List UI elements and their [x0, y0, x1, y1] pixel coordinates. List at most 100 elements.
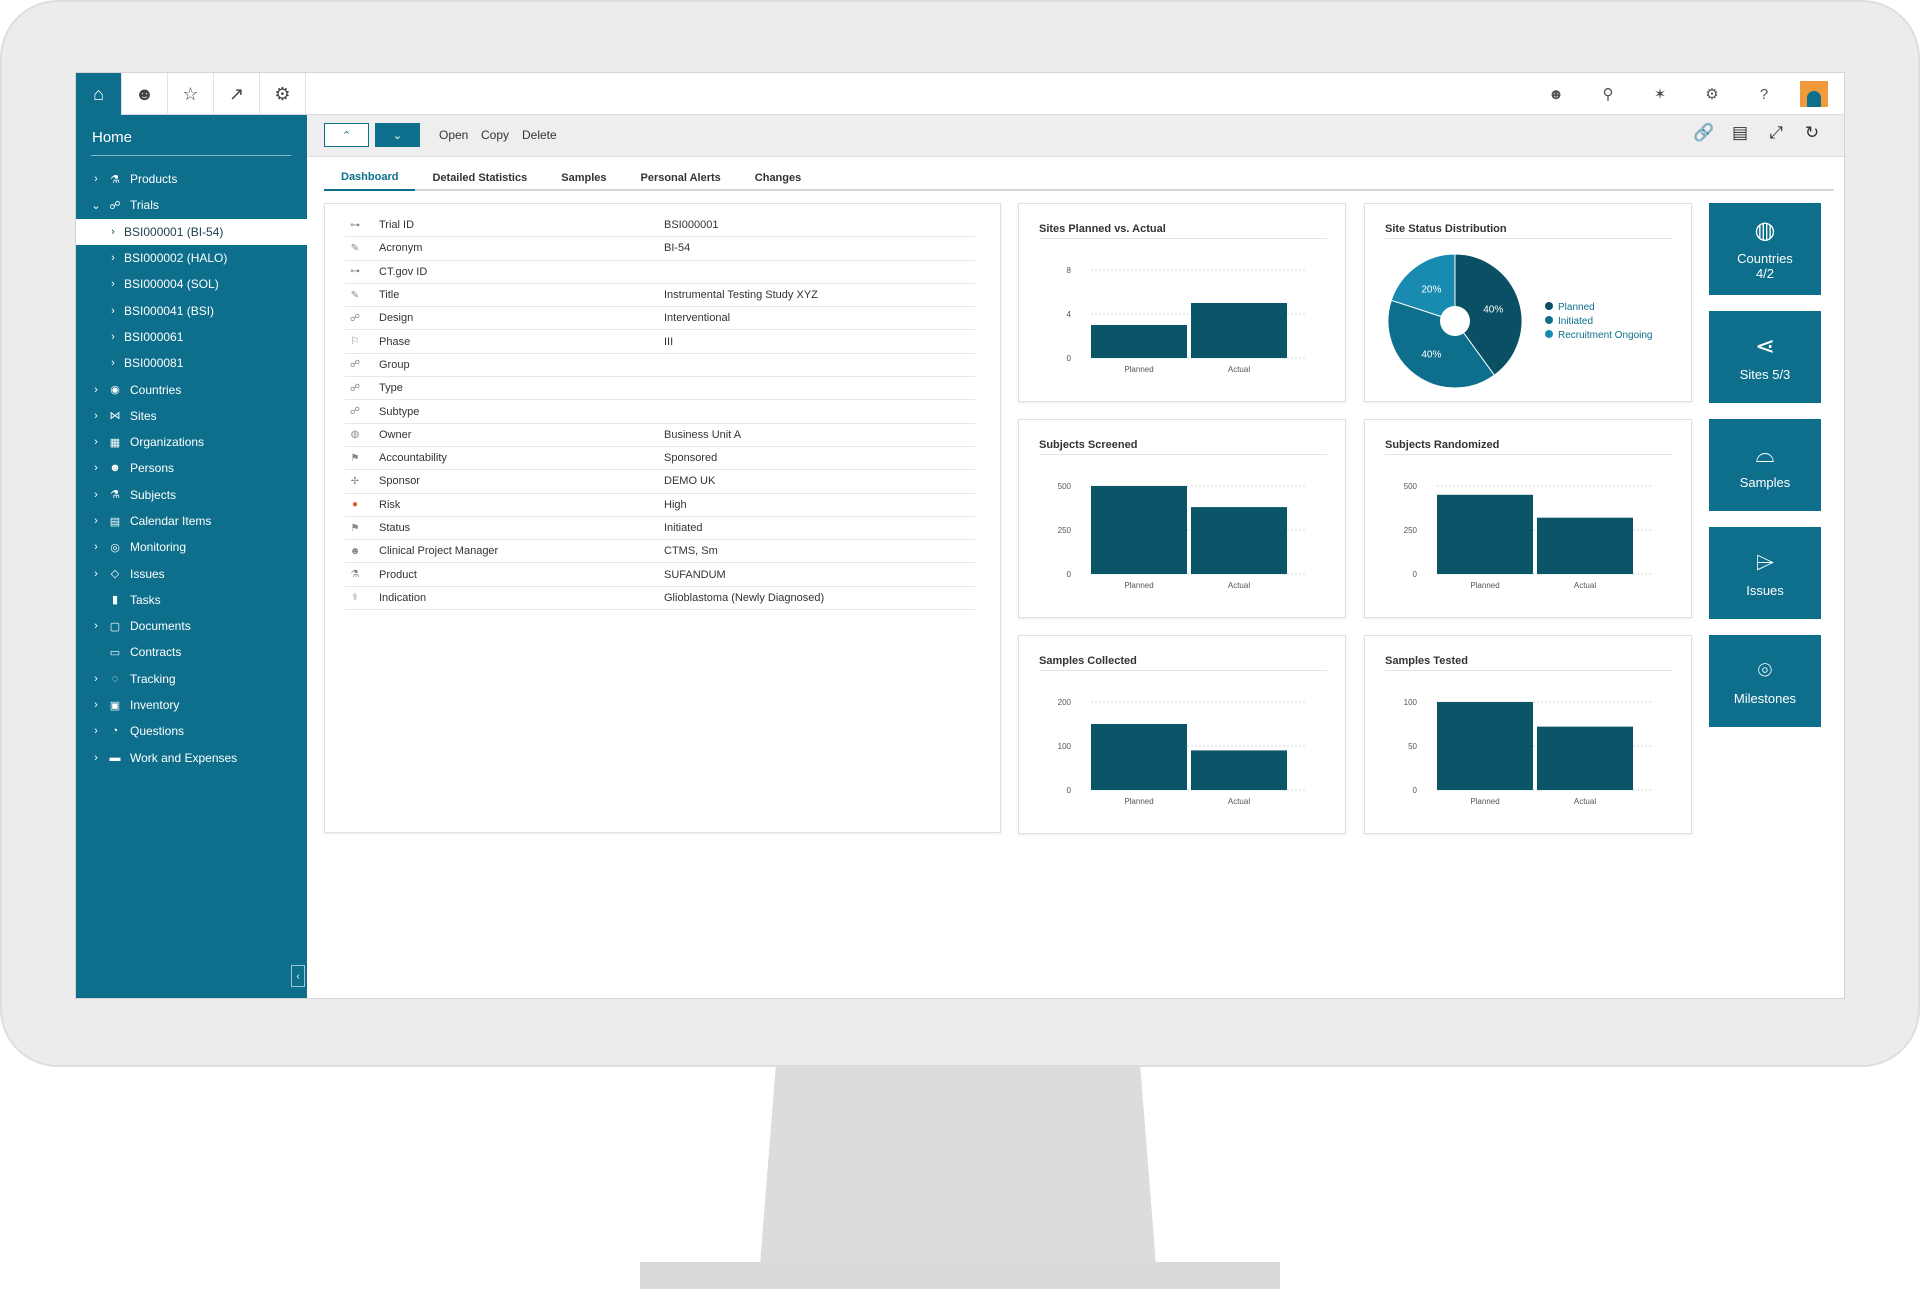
gear-icon[interactable]: ⚙ — [1686, 85, 1738, 103]
home-nav-button[interactable]: ⌂ — [76, 73, 122, 115]
sidebar-item-label: Countries — [130, 382, 182, 397]
refresh-icon[interactable]: ↻ — [1794, 123, 1830, 143]
samples-tested-chart: 0 50 100 Planned Actual — [1404, 698, 1653, 806]
sidebar-home-title[interactable]: Home — [92, 129, 132, 146]
sidebar-item-questions[interactable]: › ◔ Questions — [76, 718, 307, 744]
field-value[interactable]: High — [664, 499, 687, 511]
sidebar-item-work-and-expenses[interactable]: › ▬ Work and Expenses — [76, 745, 307, 771]
milestones-tile[interactable]: ⌾ Milestones — [1709, 635, 1821, 727]
search-icon[interactable]: ⚲ — [1582, 85, 1634, 103]
sidebar-item-organizations[interactable]: › ▦ Organizations — [76, 429, 307, 455]
info-row-ct-gov-id: ⊶ CT.gov ID — [345, 261, 975, 284]
field-value[interactable]: Glioblastoma (Newly Diagnosed) — [664, 592, 824, 604]
field-value[interactable]: Business Unit A — [664, 429, 741, 441]
document-icon[interactable]: ▤ — [1722, 123, 1758, 143]
sponsor-field-icon: ✢ — [350, 475, 360, 487]
countries-tile[interactable]: ◍ Countries 4/2 — [1709, 203, 1821, 295]
bar-actual — [1191, 303, 1287, 358]
monitor-base — [640, 1262, 1280, 1289]
field-value[interactable]: Sponsored — [664, 452, 717, 464]
sidebar-item-bsi000041-bsi[interactable]: › BSI000041 (BSI) — [76, 297, 307, 323]
toolbar-right-icons: 🔗 ▤ ⤢ ↻ — [1686, 123, 1830, 143]
sidebar-item-products[interactable]: › ⚗ Products — [76, 166, 307, 192]
sidebar-item-monitoring[interactable]: › ◎ Monitoring — [76, 534, 307, 560]
sidebar-item-bsi000002-halo[interactable]: › BSI000002 (HALO) — [76, 245, 307, 271]
sidebar-item-label: Questions — [130, 724, 185, 739]
previous-record-button[interactable]: ⌃ — [324, 123, 369, 147]
field-label: Clinical Project Manager — [379, 545, 499, 558]
sidebar-item-persons[interactable]: › ☻ Persons — [76, 455, 307, 481]
field-value[interactable]: BI-54 — [664, 242, 690, 254]
sidebar-item-bsi000001-bi-54[interactable]: › BSI000001 (BI-54) — [76, 218, 307, 245]
subjects-icon: ⚗ — [110, 489, 120, 502]
chevron-right-icon: › — [111, 304, 115, 317]
settings-nav-button[interactable]: ⚙ — [260, 73, 306, 115]
user-avatar[interactable] — [1800, 81, 1828, 107]
persons-icon: ☻ — [109, 462, 121, 475]
help-icon[interactable]: ? — [1738, 86, 1790, 103]
x-tick-label: Planned — [1124, 365, 1153, 374]
info-row-accountability: ⚑ Accountability Sponsored — [345, 447, 975, 471]
open-button[interactable]: Open — [439, 128, 468, 142]
tab-personal-alerts[interactable]: Personal Alerts — [623, 165, 737, 191]
tab-detailed-statistics[interactable]: Detailed Statistics — [415, 165, 544, 191]
field-value[interactable]: III — [664, 336, 673, 348]
sidebar-item-contracts[interactable]: ›▭Contracts — [76, 639, 307, 665]
collapse-sidebar-button[interactable]: ‹ — [291, 965, 305, 987]
sidebar-item-inventory[interactable]: › ▣ Inventory — [76, 692, 307, 718]
chevron-right-icon: › — [94, 620, 98, 633]
field-value[interactable]: DEMO UK — [664, 475, 715, 487]
sidebar-item-bsi000061[interactable]: › BSI000061 — [76, 324, 307, 350]
sidebar-item-label: Organizations — [130, 435, 205, 450]
field-value[interactable]: CTMS, Sm — [664, 545, 718, 557]
user-icon[interactable]: ☻ — [1530, 86, 1582, 103]
tab-changes[interactable]: Changes — [738, 165, 818, 191]
tab-dashboard[interactable]: Dashboard — [324, 165, 416, 191]
sidebar-item-documents[interactable]: › ▢ Documents — [76, 613, 307, 639]
next-record-button[interactable]: ⌄ — [375, 123, 420, 147]
person-nav-button[interactable]: ☻ — [122, 73, 168, 115]
field-value[interactable]: SUFANDUM — [664, 569, 726, 581]
tile-label: Issues — [1746, 582, 1784, 598]
sidebar-item-issues[interactable]: › ◇ Issues — [76, 560, 307, 586]
field-value[interactable]: Interventional — [664, 312, 730, 324]
sites-tile[interactable]: ⋖ Sites 5/3 — [1709, 311, 1821, 403]
copy-button[interactable]: Copy — [481, 128, 509, 142]
y-tick-label: 0 — [1067, 786, 1072, 795]
avatar-silhouette-icon — [1807, 91, 1821, 107]
star-nav-button[interactable]: ☆ — [168, 73, 214, 115]
fullscreen-icon[interactable]: ⤢ — [1758, 123, 1794, 143]
top-bar: ☻ ⚲ ✶ ⚙? — [307, 73, 1844, 115]
sidebar-item-sites[interactable]: › ⋈ Sites — [76, 403, 307, 429]
field-value[interactable]: Initiated — [664, 522, 703, 534]
tab-samples[interactable]: Samples — [544, 165, 623, 191]
sidebar-item-tasks[interactable]: ›▮Tasks — [76, 587, 307, 613]
site-status-distribution-chart: 40% 40% 20% Planned Initiated Recruitment Ong… — [1387, 253, 1653, 389]
chevron-right-icon: › — [111, 252, 115, 265]
field-label: Type — [379, 382, 403, 395]
sidebar-item-countries[interactable]: › ◉ Countries — [76, 376, 307, 402]
sidebar-item-bsi000004-sol[interactable]: › BSI000004 (SOL) — [76, 271, 307, 297]
legend-label: Recruitment Ongoing — [1558, 330, 1653, 341]
sidebar-item-subjects[interactable]: › ⚗ Subjects — [76, 482, 307, 508]
star-icon: ☆ — [182, 83, 199, 104]
field-value[interactable]: BSI000001 — [664, 219, 718, 231]
y-tick-label: 0 — [1067, 570, 1072, 579]
sidebar-item-trials[interactable]: ⌄ ☍ Trials — [76, 192, 307, 218]
chevron-right-icon: › — [94, 699, 98, 712]
magic-wand-icon[interactable]: ✶ — [1634, 85, 1686, 103]
issues-tile[interactable]: ⌲ Issues — [1709, 527, 1821, 619]
samples-tile[interactable]: ⌓ Samples — [1709, 419, 1821, 511]
sidebar-item-label: Calendar Items — [130, 514, 212, 528]
stats-nav-button[interactable]: ↗ — [214, 73, 260, 115]
sidebar-item-label: Contracts — [130, 645, 182, 660]
sidebar-item-bsi000081[interactable]: › BSI000081 — [76, 350, 307, 376]
field-value[interactable]: Instrumental Testing Study XYZ — [664, 289, 818, 301]
link-icon[interactable]: 🔗 — [1686, 123, 1722, 143]
bar-planned — [1091, 325, 1187, 358]
sidebar-item-calendar-items[interactable]: › ▤ Calendar Items — [76, 508, 307, 534]
field-label: Sponsor — [379, 475, 420, 488]
products-icon: ⚗ — [110, 173, 120, 186]
sidebar-item-tracking[interactable]: › ◌ Tracking — [76, 666, 307, 692]
delete-button[interactable]: Delete — [522, 128, 557, 142]
